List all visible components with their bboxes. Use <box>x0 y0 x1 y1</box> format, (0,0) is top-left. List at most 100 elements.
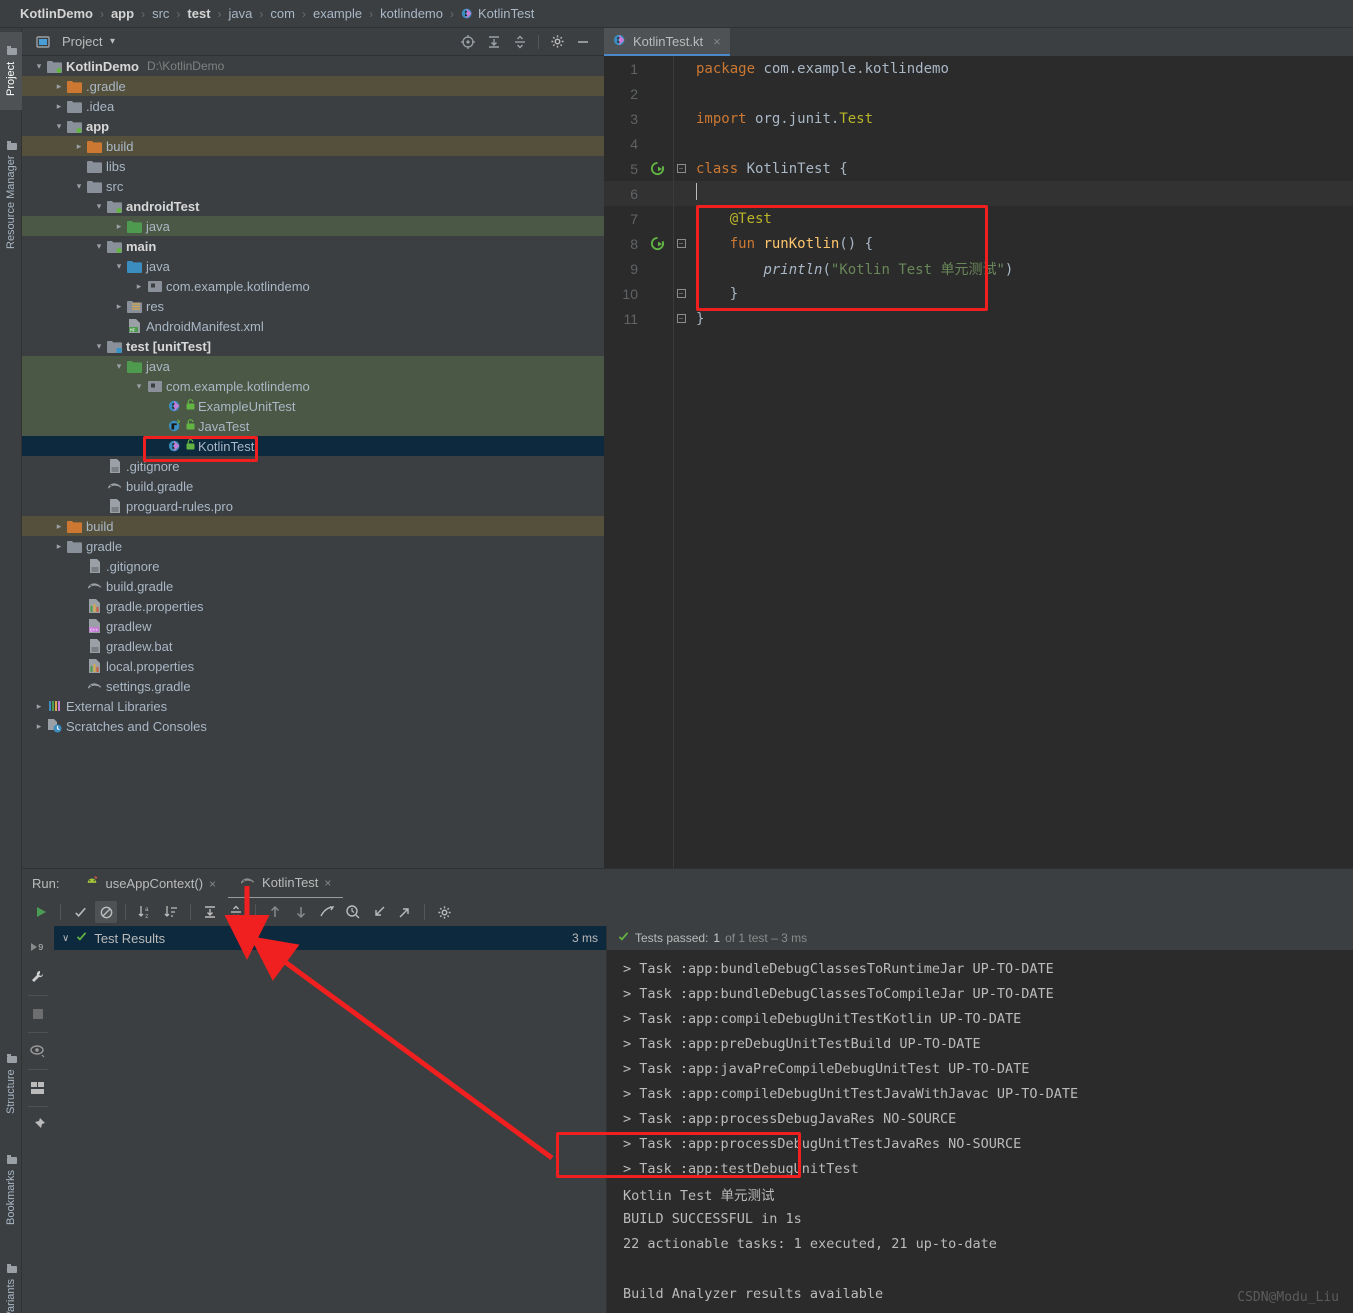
breadcrumb-item-kotlindemo[interactable]: kotlindemo <box>374 6 449 21</box>
history-icon[interactable] <box>342 901 364 923</box>
run-tab-kotlintest[interactable]: KotlinTest × <box>228 869 344 899</box>
tree-item-androidtest[interactable]: ▾ androidTest <box>22 196 604 216</box>
close-icon[interactable]: × <box>209 877 216 891</box>
breadcrumb-item-com[interactable]: com <box>264 6 301 21</box>
breadcrumb-item-kotlintest[interactable]: KotlinTest <box>455 6 540 21</box>
export-icon[interactable] <box>394 901 416 923</box>
chevron-down-icon[interactable]: ∨ <box>62 933 69 944</box>
preview-icon[interactable] <box>24 1036 52 1066</box>
tree-item-kotlintest[interactable]: KotlinTest <box>22 436 604 456</box>
tree-item-java[interactable]: ▸ java <box>22 216 604 236</box>
tree-item-gradlew[interactable]: C++ gradlew <box>22 616 604 636</box>
chevron-right-icon[interactable]: ▸ <box>132 281 146 292</box>
breadcrumb-item-test[interactable]: test <box>181 6 216 21</box>
tree-item-build.gradle[interactable]: build.gradle <box>22 476 604 496</box>
show-ignored-icon[interactable] <box>95 901 117 923</box>
tree-item-test-unittest-[interactable]: ▾ test [unitTest] <box>22 336 604 356</box>
chevron-down-icon[interactable]: ▾ <box>32 61 46 72</box>
hide-icon[interactable] <box>573 32 593 52</box>
tree-item-kotlindemo[interactable]: ▾ KotlinDemo D:\KotlinDemo <box>22 56 604 76</box>
tool-window-tab-project[interactable]: Project <box>0 32 22 110</box>
tree-item-gradle[interactable]: ▸ gradle <box>22 536 604 556</box>
tree-item-.idea[interactable]: ▸ .idea <box>22 96 604 116</box>
chevron-right-icon[interactable]: ▸ <box>112 221 126 232</box>
tree-item-javatest[interactable]: JavaTest <box>22 416 604 436</box>
layout-icon[interactable] <box>24 1073 52 1103</box>
rerun-failed-icon[interactable] <box>316 901 338 923</box>
build-console[interactable]: Tests passed: 1 of 1 test – 3 ms > Task … <box>607 926 1353 1313</box>
chevron-down-icon[interactable]: ▾ <box>105 32 119 52</box>
tree-item-external-libraries[interactable]: ▸ External Libraries <box>22 696 604 716</box>
tool-window-tab-resource-manager[interactable]: Resource Manager <box>0 120 22 270</box>
chevron-down-icon[interactable]: ▾ <box>112 261 126 272</box>
build-icon[interactable] <box>24 962 52 992</box>
tree-item-java[interactable]: ▾ java <box>22 356 604 376</box>
chevron-down-icon[interactable]: ▾ <box>132 381 146 392</box>
next-icon[interactable] <box>290 901 312 923</box>
test-results-root-row[interactable]: ∨ Test Results 3 ms <box>54 926 606 950</box>
chevron-right-icon[interactable]: ▸ <box>32 701 46 712</box>
tree-item-gradle.properties[interactable]: gradle.properties <box>22 596 604 616</box>
sort-by-duration-icon[interactable] <box>160 901 182 923</box>
import-icon[interactable] <box>368 901 390 923</box>
collapse-all-icon[interactable] <box>225 901 247 923</box>
breadcrumb-item-example[interactable]: example <box>307 6 368 21</box>
chevron-right-icon[interactable]: ▸ <box>52 81 66 92</box>
tree-item-build.gradle[interactable]: build.gradle <box>22 576 604 596</box>
chevron-down-icon[interactable]: ▾ <box>92 241 106 252</box>
tree-item-libs[interactable]: libs <box>22 156 604 176</box>
run-test-icon[interactable] <box>644 236 670 251</box>
tree-item-settings.gradle[interactable]: settings.gradle <box>22 676 604 696</box>
tree-item-.gitignore[interactable]: .gitignore <box>22 456 604 476</box>
tree-item-java[interactable]: ▾ java <box>22 256 604 276</box>
expand-all-icon[interactable] <box>199 901 221 923</box>
run-test-icon[interactable] <box>644 161 670 176</box>
tool-window-tab-structure[interactable]: Structure <box>0 1038 22 1130</box>
show-passed-icon[interactable] <box>69 901 91 923</box>
chevron-right-icon[interactable]: ▸ <box>52 541 66 552</box>
test-results-panel[interactable]: ∨ Test Results 3 ms <box>54 926 607 1313</box>
chevron-right-icon[interactable]: ▸ <box>52 521 66 532</box>
chevron-right-icon[interactable]: ▸ <box>112 301 126 312</box>
debug-icon[interactable]: 9 <box>24 932 52 962</box>
run-tab-useappcontext[interactable]: useAppContext() × <box>73 869 228 899</box>
breadcrumb-item-src[interactable]: src <box>146 6 175 21</box>
tree-item-build[interactable]: ▸ build <box>22 136 604 156</box>
editor-tab-kotlintest[interactable]: KotlinTest.kt × <box>604 28 730 56</box>
tree-item-.gitignore[interactable]: .gitignore <box>22 556 604 576</box>
sort-alphabetically-icon[interactable]: az <box>134 901 156 923</box>
chevron-down-icon[interactable]: ▾ <box>52 121 66 132</box>
close-icon[interactable]: × <box>324 876 331 890</box>
tree-item-app[interactable]: ▾ app <box>22 116 604 136</box>
code-editor[interactable]: 1 package com.example.kotlindemo 2 3 import … <box>604 56 1353 868</box>
chevron-down-icon[interactable]: ▾ <box>92 201 106 212</box>
prev-icon[interactable] <box>264 901 286 923</box>
tool-window-tab-bookmarks[interactable]: Bookmarks <box>0 1138 22 1242</box>
close-icon[interactable]: × <box>713 34 721 49</box>
locate-file-icon[interactable] <box>458 32 478 52</box>
tree-item-proguard-rules.pro[interactable]: proguard-rules.pro <box>22 496 604 516</box>
rerun-icon[interactable] <box>30 901 52 923</box>
gear-icon[interactable] <box>433 901 455 923</box>
breadcrumb-item-app[interactable]: app <box>105 6 140 21</box>
stop-icon[interactable] <box>24 999 52 1029</box>
tree-item-scratches-and-consoles[interactable]: ▸ Scratches and Consoles <box>22 716 604 736</box>
chevron-down-icon[interactable]: ▾ <box>112 361 126 372</box>
tree-item-com.example.kotlindemo[interactable]: ▾ com.example.kotlindemo <box>22 376 604 396</box>
tree-item-.gradle[interactable]: ▸ .gradle <box>22 76 604 96</box>
breadcrumb-item-kotlindemo[interactable]: KotlinDemo <box>14 6 99 21</box>
tree-item-build[interactable]: ▸ build <box>22 516 604 536</box>
tree-item-androidmanifest.xml[interactable]: MF AndroidManifest.xml <box>22 316 604 336</box>
chevron-right-icon[interactable]: ▸ <box>72 141 86 152</box>
tree-item-res[interactable]: ▸ res <box>22 296 604 316</box>
breadcrumb-item-java[interactable]: java <box>223 6 259 21</box>
chevron-right-icon[interactable]: ▸ <box>32 721 46 732</box>
chevron-down-icon[interactable]: ▾ <box>72 181 86 192</box>
tree-item-gradlew.bat[interactable]: gradlew.bat <box>22 636 604 656</box>
tree-item-src[interactable]: ▾ src <box>22 176 604 196</box>
tree-item-com.example.kotlindemo[interactable]: ▸ com.example.kotlindemo <box>22 276 604 296</box>
chevron-down-icon[interactable]: ▾ <box>92 341 106 352</box>
chevron-right-icon[interactable]: ▸ <box>52 101 66 112</box>
tree-item-main[interactable]: ▾ main <box>22 236 604 256</box>
expand-all-icon[interactable] <box>484 32 504 52</box>
